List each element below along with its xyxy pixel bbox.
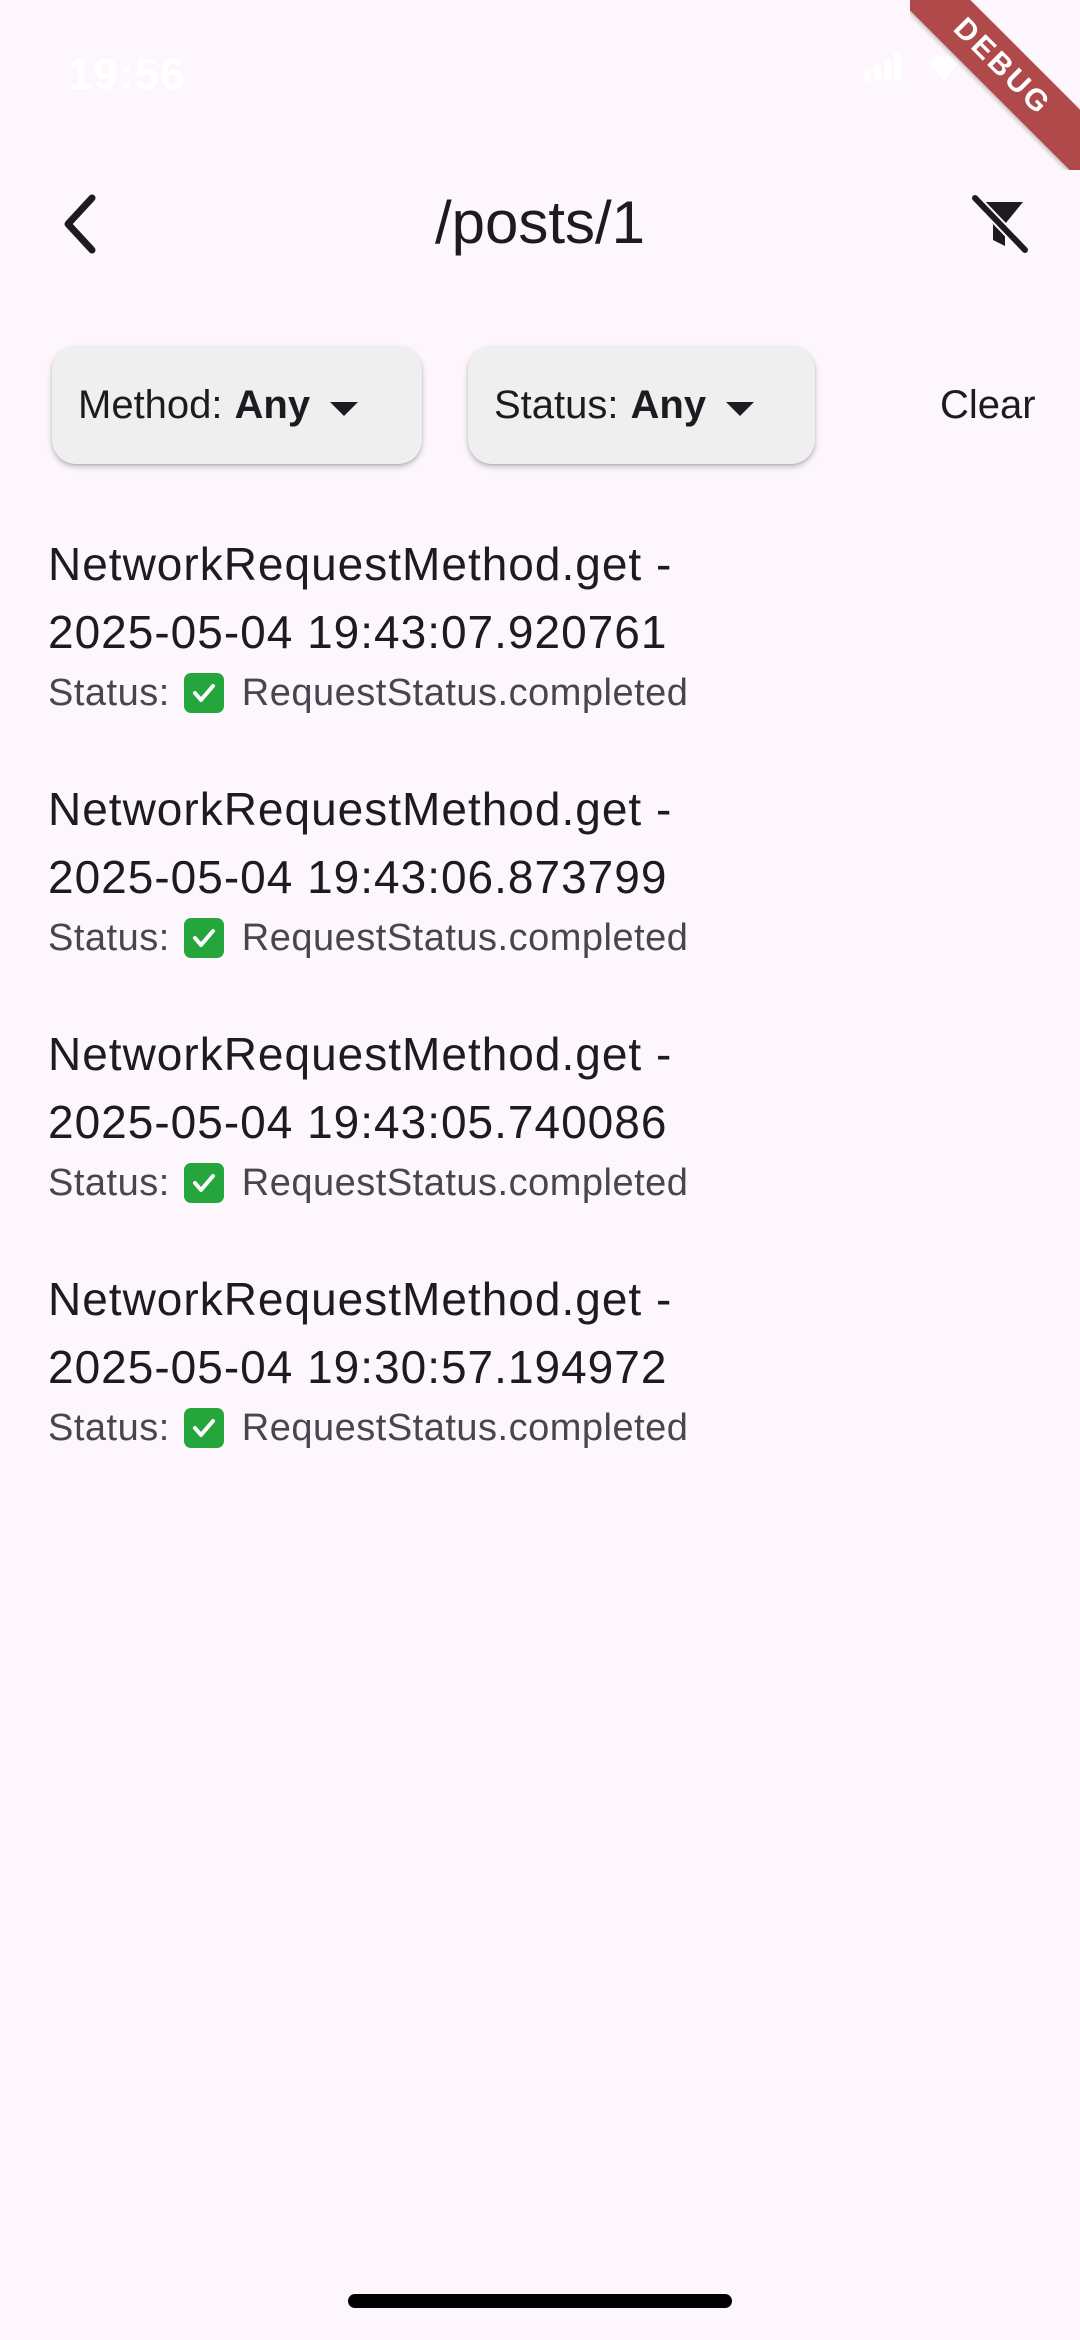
- request-status: Status: RequestStatus.completed: [48, 668, 1040, 718]
- request-title-method: NetworkRequestMethod.get -: [48, 1028, 673, 1080]
- request-title-timestamp: 2025-05-04 19:30:57.194972: [48, 1341, 668, 1393]
- request-status-value: RequestStatus.completed: [241, 672, 689, 714]
- request-title-method: NetworkRequestMethod.get -: [48, 783, 673, 835]
- dropdown-arrow-icon: [724, 383, 756, 428]
- check-mark-icon: [183, 673, 224, 713]
- check-mark-icon: [183, 918, 224, 958]
- method-filter-dropdown[interactable]: Method: Any: [52, 346, 422, 464]
- request-status-value: RequestStatus.completed: [241, 917, 689, 959]
- request-status: Status: RequestStatus.completed: [48, 1403, 1040, 1453]
- method-filter-label: Method:: [78, 382, 223, 427]
- signal-icon: [864, 53, 904, 86]
- request-title-timestamp: 2025-05-04 19:43:07.920761: [48, 606, 668, 658]
- request-status: Status: RequestStatus.completed: [48, 1158, 1040, 1208]
- debug-banner-label: DEBUG: [910, 0, 1080, 170]
- method-filter-value: Any: [234, 382, 311, 427]
- request-status-label: Status:: [48, 672, 170, 714]
- debug-banner: DEBUG: [910, 0, 1080, 170]
- list-item[interactable]: NetworkRequestMethod.get - 2025-05-04 19…: [48, 1265, 1040, 1510]
- list-item[interactable]: NetworkRequestMethod.get - 2025-05-04 19…: [48, 775, 1040, 1020]
- request-title-method: NetworkRequestMethod.get -: [48, 538, 673, 590]
- check-mark-icon: [183, 1163, 224, 1203]
- request-list: NetworkRequestMethod.get - 2025-05-04 19…: [48, 530, 1040, 1510]
- status-filter-label: Status:: [494, 382, 619, 427]
- request-status: Status: RequestStatus.completed: [48, 913, 1040, 963]
- request-title-timestamp: 2025-05-04 19:43:05.740086: [48, 1096, 668, 1148]
- check-mark-icon: [183, 1408, 224, 1448]
- clear-filters-button[interactable]: [954, 186, 1044, 266]
- request-status-value: RequestStatus.completed: [241, 1162, 689, 1204]
- clear-button[interactable]: Clear: [940, 346, 1036, 464]
- status-time: 19:56: [68, 50, 186, 99]
- app-bar: /posts/1: [0, 170, 1080, 282]
- request-title-method: NetworkRequestMethod.get -: [48, 1273, 673, 1325]
- home-indicator[interactable]: [348, 2294, 732, 2308]
- request-status-label: Status:: [48, 1407, 170, 1449]
- status-filter-dropdown[interactable]: Status: Any: [468, 346, 815, 464]
- request-status-value: RequestStatus.completed: [241, 1407, 689, 1449]
- dropdown-arrow-icon: [328, 383, 360, 428]
- filter-bar: Method: Any Status: Any Clear: [0, 346, 1080, 466]
- request-status-label: Status:: [48, 1162, 170, 1204]
- list-item[interactable]: NetworkRequestMethod.get - 2025-05-04 19…: [48, 530, 1040, 775]
- status-filter-value: Any: [630, 382, 707, 427]
- request-status-label: Status:: [48, 917, 170, 959]
- page-title: /posts/1: [434, 189, 646, 256]
- filter-off-icon: [969, 192, 1030, 259]
- list-item[interactable]: NetworkRequestMethod.get - 2025-05-04 19…: [48, 1020, 1040, 1265]
- request-title-timestamp: 2025-05-04 19:43:06.873799: [48, 851, 668, 903]
